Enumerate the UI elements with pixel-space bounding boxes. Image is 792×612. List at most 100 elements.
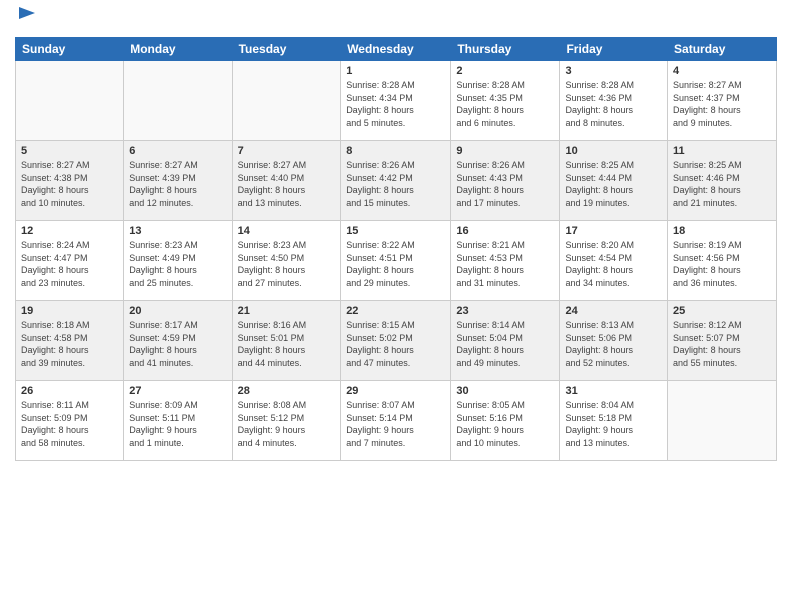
col-sunday: Sunday: [16, 38, 124, 61]
col-wednesday: Wednesday: [341, 38, 451, 61]
table-row: 1 Sunrise: 8:28 AM Sunset: 4:34 PM Daylig…: [341, 61, 451, 141]
day-info: Sunrise: 8:11 AM Sunset: 5:09 PM Dayligh…: [21, 399, 118, 449]
logo: [15, 10, 37, 29]
day-info: Sunrise: 8:25 AM Sunset: 4:44 PM Dayligh…: [565, 159, 662, 209]
day-info: Sunrise: 8:05 AM Sunset: 5:16 PM Dayligh…: [456, 399, 554, 449]
day-number: 14: [238, 225, 336, 237]
table-row: 7 Sunrise: 8:27 AM Sunset: 4:40 PM Daylig…: [232, 141, 341, 221]
logo-general: [15, 10, 37, 29]
day-info: Sunrise: 8:28 AM Sunset: 4:35 PM Dayligh…: [456, 79, 554, 129]
day-info: Sunrise: 8:27 AM Sunset: 4:39 PM Dayligh…: [129, 159, 226, 209]
table-row: 21 Sunrise: 8:16 AM Sunset: 5:01 PM Dayli…: [232, 301, 341, 381]
day-info: Sunrise: 8:24 AM Sunset: 4:47 PM Dayligh…: [21, 239, 118, 289]
day-info: Sunrise: 8:08 AM Sunset: 5:12 PM Dayligh…: [238, 399, 336, 449]
day-number: 18: [673, 225, 771, 237]
day-info: Sunrise: 8:17 AM Sunset: 4:59 PM Dayligh…: [129, 319, 226, 369]
day-info: Sunrise: 8:13 AM Sunset: 5:06 PM Dayligh…: [565, 319, 662, 369]
table-row: 15Sunrise: 8:22 AM Sunset: 4:51 PM Dayli…: [341, 221, 451, 301]
table-row: 22Sunrise: 8:15 AM Sunset: 5:02 PM Dayli…: [341, 301, 451, 381]
day-number: 17: [565, 225, 662, 237]
day-info: Sunrise: 8:25 AM Sunset: 4:46 PM Dayligh…: [673, 159, 771, 209]
day-number: 13: [129, 225, 226, 237]
table-row: 20 Sunrise: 8:17 AM Sunset: 4:59 PM Dayli…: [124, 301, 232, 381]
day-number: 10: [565, 145, 662, 157]
day-number: 8: [346, 145, 445, 157]
day-number: 27: [129, 385, 226, 397]
table-row: 12 Sunrise: 8:24 AM Sunset: 4:47 PM Dayli…: [16, 221, 124, 301]
day-info: Sunrise: 8:19 AM Sunset: 4:56 PM Dayligh…: [673, 239, 771, 289]
day-info: Sunrise: 8:14 AM Sunset: 5:04 PM Dayligh…: [456, 319, 554, 369]
col-friday: Friday: [560, 38, 668, 61]
day-number: 29: [346, 385, 445, 397]
table-row: 17 Sunrise: 8:20 AM Sunset: 4:54 PM Dayli…: [560, 221, 668, 301]
day-info: Sunrise: 8:28 AM Sunset: 4:36 PM Dayligh…: [565, 79, 662, 129]
calendar-week-row: 5 Sunrise: 8:27 AM Sunset: 4:38 PM Daylig…: [16, 141, 777, 221]
table-row: 19 Sunrise: 8:18 AM Sunset: 4:58 PM Dayli…: [16, 301, 124, 381]
calendar-header-row: Sunday Monday Tuesday Wednesday Thursday…: [16, 38, 777, 61]
day-number: 7: [238, 145, 336, 157]
day-number: 23: [456, 305, 554, 317]
table-row: 11 Sunrise: 8:25 AM Sunset: 4:46 PM Dayli…: [668, 141, 777, 221]
day-info: Sunrise: 8:26 AM Sunset: 4:43 PM Dayligh…: [456, 159, 554, 209]
day-number: 3: [565, 65, 662, 77]
table-row: 25Sunrise: 8:12 AM Sunset: 5:07 PM Dayli…: [668, 301, 777, 381]
day-info: Sunrise: 8:20 AM Sunset: 4:54 PM Dayligh…: [565, 239, 662, 289]
day-info: Sunrise: 8:27 AM Sunset: 4:40 PM Dayligh…: [238, 159, 336, 209]
table-row: 13 Sunrise: 8:23 AM Sunset: 4:49 PM Dayli…: [124, 221, 232, 301]
day-info: Sunrise: 8:28 AM Sunset: 4:34 PM Dayligh…: [346, 79, 445, 129]
day-info: Sunrise: 8:12 AM Sunset: 5:07 PM Dayligh…: [673, 319, 771, 369]
day-number: 4: [673, 65, 771, 77]
table-row: 4 Sunrise: 8:27 AM Sunset: 4:37 PM Daylig…: [668, 61, 777, 141]
day-info: Sunrise: 8:07 AM Sunset: 5:14 PM Dayligh…: [346, 399, 445, 449]
day-number: 9: [456, 145, 554, 157]
header: [15, 10, 777, 29]
table-row: [668, 381, 777, 461]
table-row: 16Sunrise: 8:21 AM Sunset: 4:53 PM Dayli…: [451, 221, 560, 301]
day-number: 2: [456, 65, 554, 77]
table-row: 2 Sunrise: 8:28 AM Sunset: 4:35 PM Daylig…: [451, 61, 560, 141]
table-row: 24Sunrise: 8:13 AM Sunset: 5:06 PM Dayli…: [560, 301, 668, 381]
table-row: 23 Sunrise: 8:14 AM Sunset: 5:04 PM Dayli…: [451, 301, 560, 381]
day-number: 11: [673, 145, 771, 157]
day-info: Sunrise: 8:18 AM Sunset: 4:58 PM Dayligh…: [21, 319, 118, 369]
day-number: 5: [21, 145, 118, 157]
calendar-table: Sunday Monday Tuesday Wednesday Thursday…: [15, 37, 777, 461]
day-number: 22: [346, 305, 445, 317]
day-number: 1: [346, 65, 445, 77]
table-row: 10 Sunrise: 8:25 AM Sunset: 4:44 PM Dayli…: [560, 141, 668, 221]
day-info: Sunrise: 8:04 AM Sunset: 5:18 PM Dayligh…: [565, 399, 662, 449]
col-thursday: Thursday: [451, 38, 560, 61]
day-number: 20: [129, 305, 226, 317]
day-number: 16: [456, 225, 554, 237]
day-info: Sunrise: 8:26 AM Sunset: 4:42 PM Dayligh…: [346, 159, 445, 209]
table-row: 27 Sunrise: 8:09 AM Sunset: 5:11 PM Dayli…: [124, 381, 232, 461]
day-info: Sunrise: 8:09 AM Sunset: 5:11 PM Dayligh…: [129, 399, 226, 449]
logo-text: [15, 10, 37, 29]
col-monday: Monday: [124, 38, 232, 61]
calendar-week-row: 26 Sunrise: 8:11 AM Sunset: 5:09 PM Dayli…: [16, 381, 777, 461]
logo-flag-icon: [17, 5, 37, 25]
day-number: 6: [129, 145, 226, 157]
col-tuesday: Tuesday: [232, 38, 341, 61]
day-number: 28: [238, 385, 336, 397]
day-info: Sunrise: 8:27 AM Sunset: 4:37 PM Dayligh…: [673, 79, 771, 129]
day-number: 12: [21, 225, 118, 237]
table-row: 5 Sunrise: 8:27 AM Sunset: 4:38 PM Daylig…: [16, 141, 124, 221]
day-info: Sunrise: 8:27 AM Sunset: 4:38 PM Dayligh…: [21, 159, 118, 209]
day-number: 30: [456, 385, 554, 397]
table-row: 14Sunrise: 8:23 AM Sunset: 4:50 PM Dayli…: [232, 221, 341, 301]
table-row: 26 Sunrise: 8:11 AM Sunset: 5:09 PM Dayli…: [16, 381, 124, 461]
day-info: Sunrise: 8:16 AM Sunset: 5:01 PM Dayligh…: [238, 319, 336, 369]
day-number: 26: [21, 385, 118, 397]
table-row: 29 Sunrise: 8:07 AM Sunset: 5:14 PM Dayli…: [341, 381, 451, 461]
day-info: Sunrise: 8:23 AM Sunset: 4:49 PM Dayligh…: [129, 239, 226, 289]
table-row: 3 Sunrise: 8:28 AM Sunset: 4:36 PM Daylig…: [560, 61, 668, 141]
day-number: 21: [238, 305, 336, 317]
table-row: 8 Sunrise: 8:26 AM Sunset: 4:42 PM Daylig…: [341, 141, 451, 221]
table-row: 28 Sunrise: 8:08 AM Sunset: 5:12 PM Dayli…: [232, 381, 341, 461]
day-number: 19: [21, 305, 118, 317]
table-row: 31 Sunrise: 8:04 AM Sunset: 5:18 PM Dayli…: [560, 381, 668, 461]
day-number: 31: [565, 385, 662, 397]
table-row: 6 Sunrise: 8:27 AM Sunset: 4:39 PM Daylig…: [124, 141, 232, 221]
calendar-week-row: 12 Sunrise: 8:24 AM Sunset: 4:47 PM Dayli…: [16, 221, 777, 301]
